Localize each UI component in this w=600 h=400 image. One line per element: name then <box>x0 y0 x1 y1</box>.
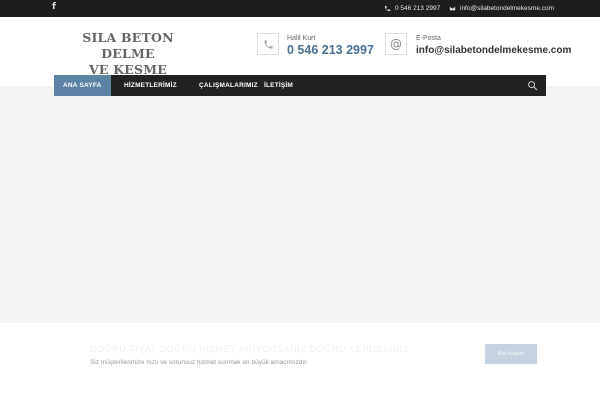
call-to-action-band: DOĞRU FİYAT DOĞRU HİZMET ARIYORSANIZ DOĞ… <box>0 323 600 400</box>
mail-icon <box>449 6 456 11</box>
topbar-email[interactable]: info@silabetondelmekesme.com <box>449 3 554 14</box>
email-label: E-Posta <box>416 35 441 42</box>
email-address[interactable]: info@silabetondelmekesme.com <box>416 45 571 56</box>
main-navigation: ANA SAYFA HİZMETLERİMİZ ÇALIŞMALARIMIZ İ… <box>54 75 546 96</box>
nav-item-contact[interactable]: İLETİŞİM <box>255 75 302 96</box>
topbar-email-text: info@silabetondelmekesme.com <box>460 5 555 12</box>
phone-icon <box>384 5 391 12</box>
call-us-button[interactable]: Bizi Arayın <box>485 344 537 364</box>
cta-title: DOĞRU FİYAT DOĞRU HİZMET ARIYORSANIZ DOĞ… <box>90 344 409 354</box>
logo-line-1: SILA BETON DELME <box>82 30 174 61</box>
site-logo[interactable]: SILA BETON DELME VE KESME <box>54 30 202 78</box>
hero-slider <box>0 86 600 323</box>
topbar-phone-text: 0 546 213 2997 <box>395 5 441 12</box>
facebook-icon[interactable]: f <box>52 2 56 12</box>
nav-item-home[interactable]: ANA SAYFA <box>54 75 111 96</box>
phone-icon <box>263 39 273 49</box>
cta-subtitle: Siz müşterilerimize hızlı ve sorunsuz hi… <box>90 359 308 366</box>
phone-icon-box <box>257 33 279 55</box>
search-icon[interactable] <box>527 80 538 91</box>
at-icon: @ <box>390 37 402 51</box>
phone-number[interactable]: 0 546 213 2997 <box>287 43 374 57</box>
topbar-phone[interactable]: 0 546 213 2997 <box>384 3 440 14</box>
email-icon-box: @ <box>385 33 407 55</box>
site-header: SILA BETON DELME VE KESME Halil Kurt 0 5… <box>0 17 600 78</box>
top-bar: f 0 546 213 2997 info@silabetondelmekesm… <box>0 0 600 17</box>
phone-label: Halil Kurt <box>287 35 316 42</box>
nav-item-services[interactable]: HİZMETLERİMİZ <box>115 75 186 96</box>
